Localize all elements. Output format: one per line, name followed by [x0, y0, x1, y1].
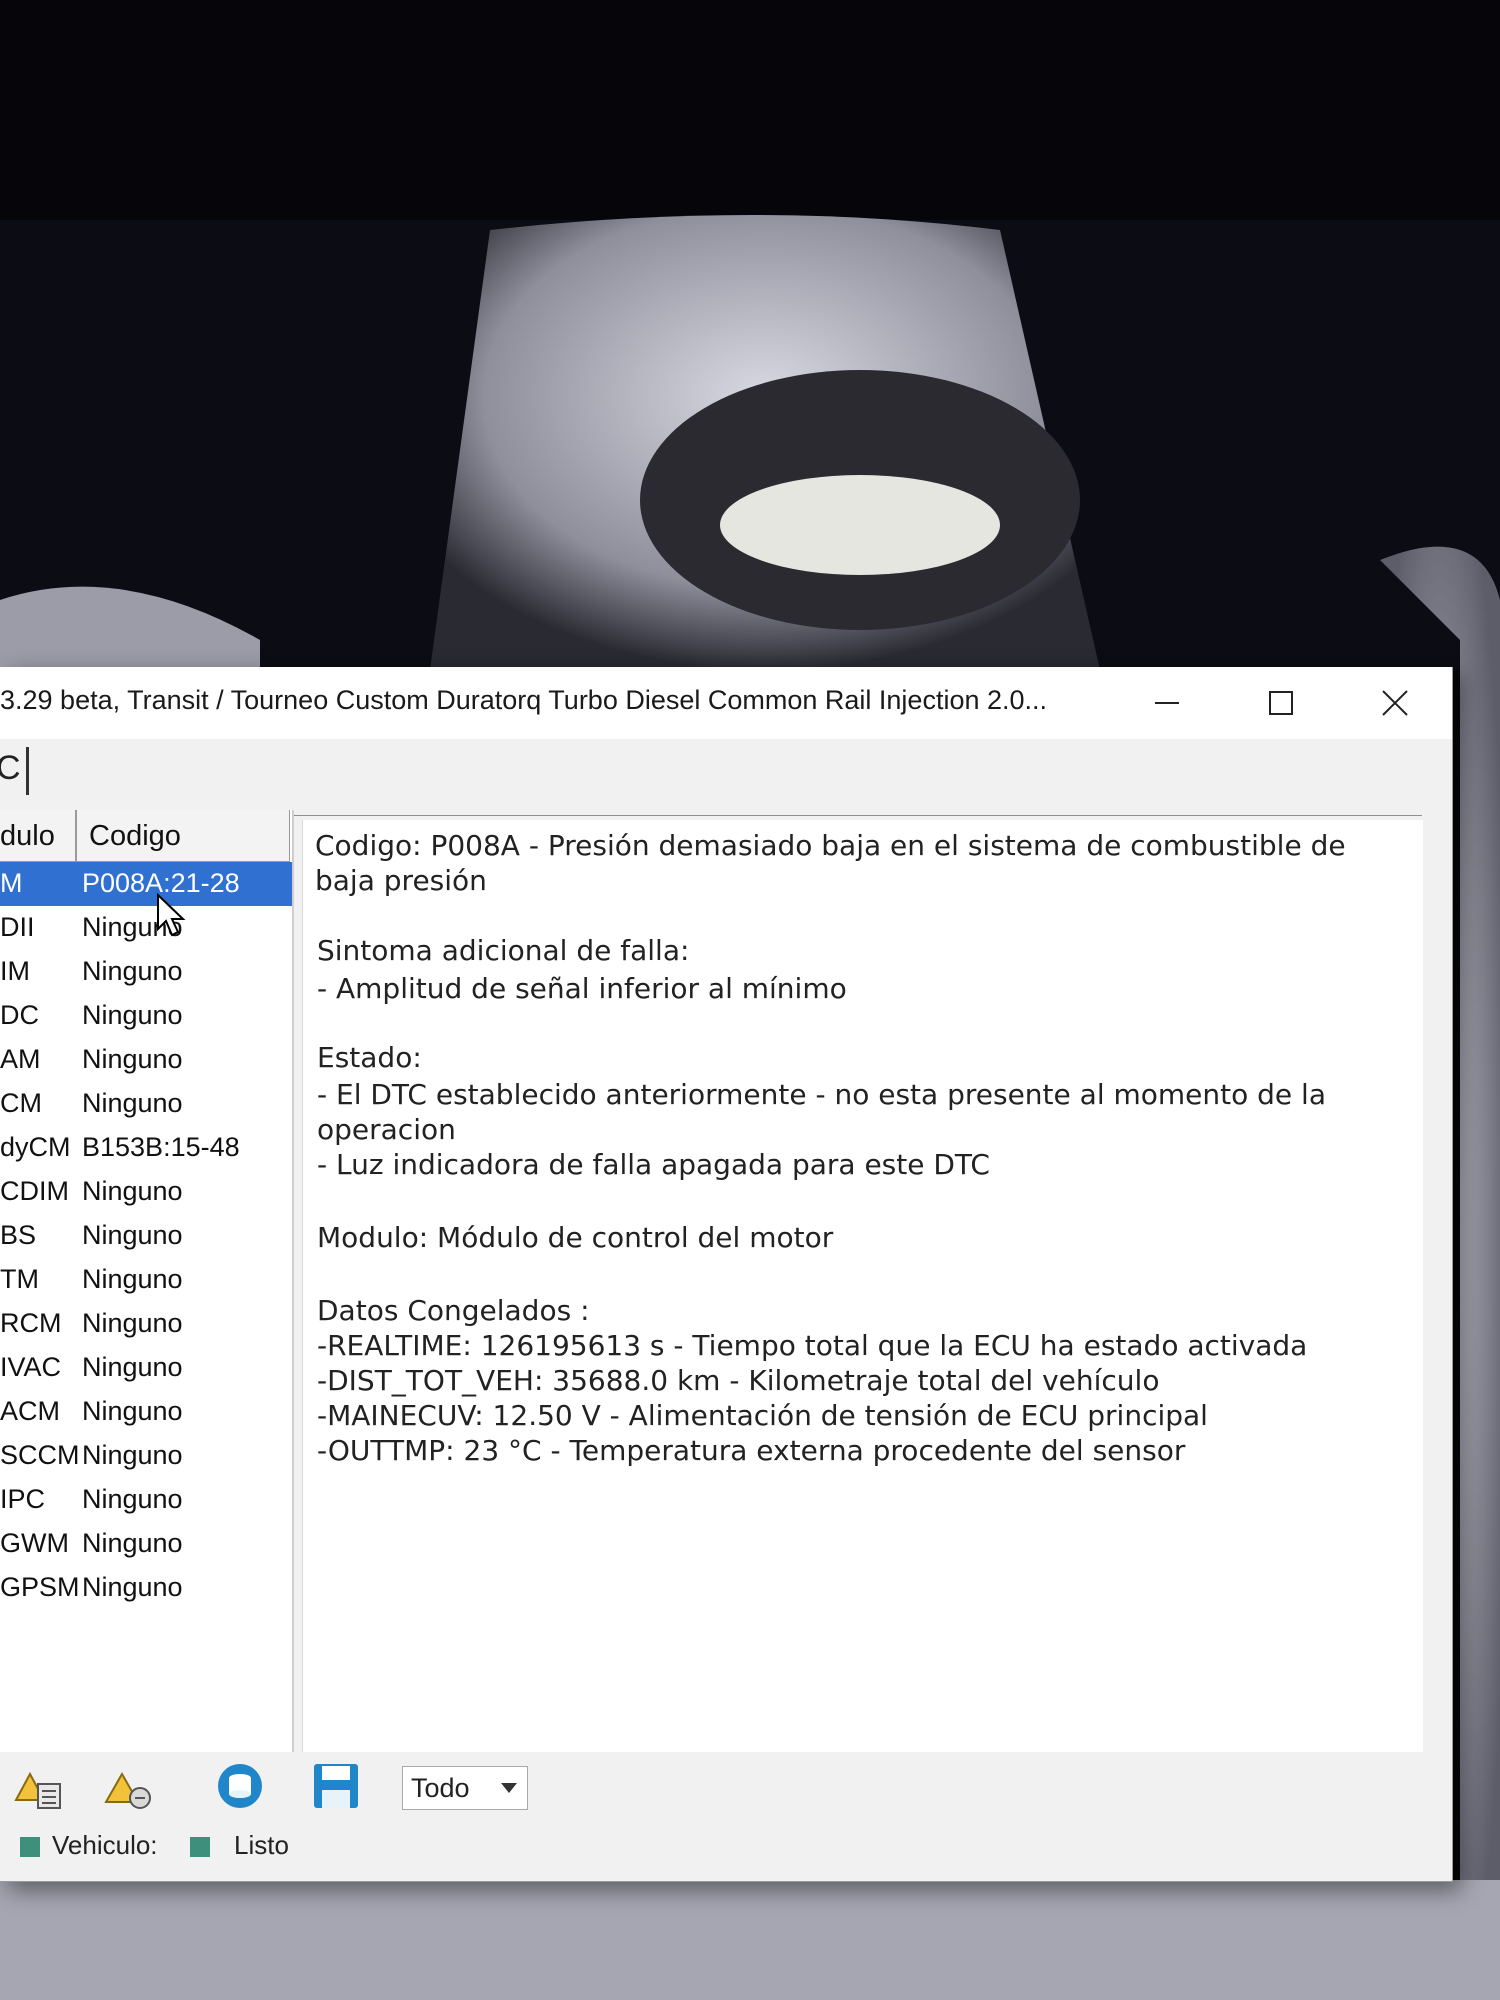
code-cell: Ninguno — [82, 1176, 183, 1206]
maximize-icon — [1269, 691, 1293, 715]
code-cell: Ninguno — [82, 1572, 183, 1602]
table-row[interactable]: IM Ninguno — [0, 950, 292, 994]
table-row[interactable]: TM Ninguno — [0, 1258, 292, 1302]
save-icon[interactable] — [310, 1760, 362, 1812]
filter-select[interactable]: Todo — [402, 1766, 528, 1810]
column-header-code[interactable]: Codigo — [76, 810, 290, 862]
table-body: M P008A:21-28 DII Ninguno IM Ninguno DC Ninguno… — [0, 862, 292, 1610]
module-line: Modulo: Módulo de control del motor — [317, 1221, 834, 1254]
code-cell: Ninguno — [82, 1396, 183, 1426]
vehicle-status-indicator — [20, 1837, 40, 1857]
table-row[interactable]: GPSM Ninguno — [0, 1566, 292, 1610]
dtc-code-line: Codigo: P008A - Presión demasiado baja e… — [315, 829, 1346, 862]
frozen-data-item: -OUTTMP: 23 °C - Temperatura externa pro… — [317, 1434, 1186, 1467]
minimize-icon — [1155, 702, 1179, 704]
module-cell: IPC — [0, 1484, 46, 1514]
ready-status-indicator — [190, 1837, 210, 1857]
code-cell: Ninguno — [82, 1352, 183, 1382]
toolbar-label: C — [0, 749, 21, 787]
table-row[interactable]: AM Ninguno — [0, 1038, 292, 1082]
module-cell: dyCM — [0, 1132, 71, 1162]
table-row[interactable]: BS Ninguno — [0, 1214, 292, 1258]
module-cell: RCM — [0, 1308, 62, 1338]
database-icon[interactable] — [214, 1760, 266, 1812]
filter-select-value: Todo — [411, 1773, 470, 1803]
code-cell: Ninguno — [82, 1528, 183, 1558]
frozen-data-item: -DIST_TOT_VEH: 35688.0 km - Kilometraje … — [317, 1364, 1160, 1397]
module-cell: SCCM — [0, 1440, 80, 1470]
module-cell: TM — [0, 1264, 39, 1294]
status-item: - El DTC establecido anteriormente - no … — [317, 1078, 1326, 1111]
module-cell: DII — [0, 912, 35, 942]
warning-list-icon[interactable] — [12, 1760, 64, 1812]
table-row[interactable]: RCM Ninguno — [0, 1302, 292, 1346]
app-window: 3.29 beta, Transit / Tourneo Custom Dura… — [0, 667, 1453, 1882]
module-cell: CDIM — [0, 1176, 69, 1206]
module-cell: CM — [0, 1088, 42, 1118]
module-cell: M — [0, 868, 23, 898]
title-bar: 3.29 beta, Transit / Tourneo Custom Dura… — [0, 667, 1452, 739]
column-header-module[interactable]: dulo — [0, 810, 76, 862]
code-cell: Ninguno — [82, 1000, 183, 1030]
module-table: dulo Codigo M P008A:21-28 DII Ninguno IM Ning… — [0, 810, 294, 1826]
table-row[interactable]: M P008A:21-28 — [0, 862, 292, 906]
module-cell: GPSM — [0, 1572, 80, 1602]
module-cell: GWM — [0, 1528, 69, 1558]
table-row[interactable]: DII Ninguno — [0, 906, 292, 950]
chevron-down-icon — [501, 1783, 517, 1793]
code-cell: Ninguno — [82, 1220, 183, 1250]
code-cell: B153B:15-48 — [82, 1132, 240, 1162]
vehicle-status-label: Vehiculo: — [52, 1830, 158, 1860]
code-cell: Ninguno — [82, 1440, 183, 1470]
status-item: - Luz indicadora de falla apagada para e… — [317, 1148, 990, 1181]
dtc-detail-panel: Codigo: P008A - Presión demasiado baja e… — [302, 820, 1423, 1820]
symptom-item: - Amplitud de señal inferior al mínimo — [317, 972, 847, 1005]
module-cell: IM — [0, 956, 30, 986]
window-title: 3.29 beta, Transit / Tourneo Custom Dura… — [0, 685, 1048, 715]
divider — [290, 815, 1422, 816]
table-row[interactable]: GWM Ninguno — [0, 1522, 292, 1566]
module-cell: DC — [0, 1000, 39, 1030]
table-row[interactable]: CM Ninguno — [0, 1082, 292, 1126]
ready-status-label: Listo — [234, 1830, 289, 1860]
table-row[interactable]: IPC Ninguno — [0, 1478, 292, 1522]
module-cell: BS — [0, 1220, 37, 1250]
table-row[interactable]: CDIM Ninguno — [0, 1170, 292, 1214]
frozen-data-item: -MAINECUV: 12.50 V - Alimentación de ten… — [317, 1399, 1208, 1432]
code-cell: Ninguno — [82, 1044, 183, 1074]
module-cell: IVAC — [0, 1352, 62, 1382]
dtc-code-line-cont: baja presión — [315, 864, 487, 897]
code-cell: Ninguno — [82, 1308, 183, 1338]
minimize-button[interactable] — [1112, 667, 1222, 739]
symptom-title: Sintoma adicional de falla: — [317, 934, 690, 967]
status-title: Estado: — [317, 1041, 422, 1074]
code-cell: Ninguno — [82, 1088, 183, 1118]
frozen-data-title: Datos Congelados : — [317, 1294, 590, 1327]
maximize-button[interactable] — [1226, 667, 1336, 739]
table-row[interactable]: DC Ninguno — [0, 994, 292, 1038]
close-icon — [1382, 690, 1408, 716]
warning-clear-icon[interactable] — [102, 1760, 154, 1812]
code-cell: Ninguno — [82, 1484, 183, 1514]
table-row[interactable]: IVAC Ninguno — [0, 1346, 292, 1390]
top-toolbar — [0, 739, 1452, 809]
table-row[interactable]: ACM Ninguno — [0, 1390, 292, 1434]
code-cell: Ninguno — [82, 1264, 183, 1294]
table-row[interactable]: dyCM B153B:15-48 — [0, 1126, 292, 1170]
code-cell: Ninguno — [82, 956, 183, 986]
close-button[interactable] — [1340, 667, 1450, 739]
status-item-cont: operacion — [317, 1113, 456, 1146]
module-cell: ACM — [0, 1396, 60, 1426]
table-row[interactable]: SCCM Ninguno — [0, 1434, 292, 1478]
toolbar-separator — [26, 747, 29, 795]
mouse-cursor-icon — [157, 893, 186, 937]
module-cell: AM — [0, 1044, 41, 1074]
frozen-data-item: -REALTIME: 126195613 s - Tiempo total qu… — [317, 1329, 1308, 1362]
